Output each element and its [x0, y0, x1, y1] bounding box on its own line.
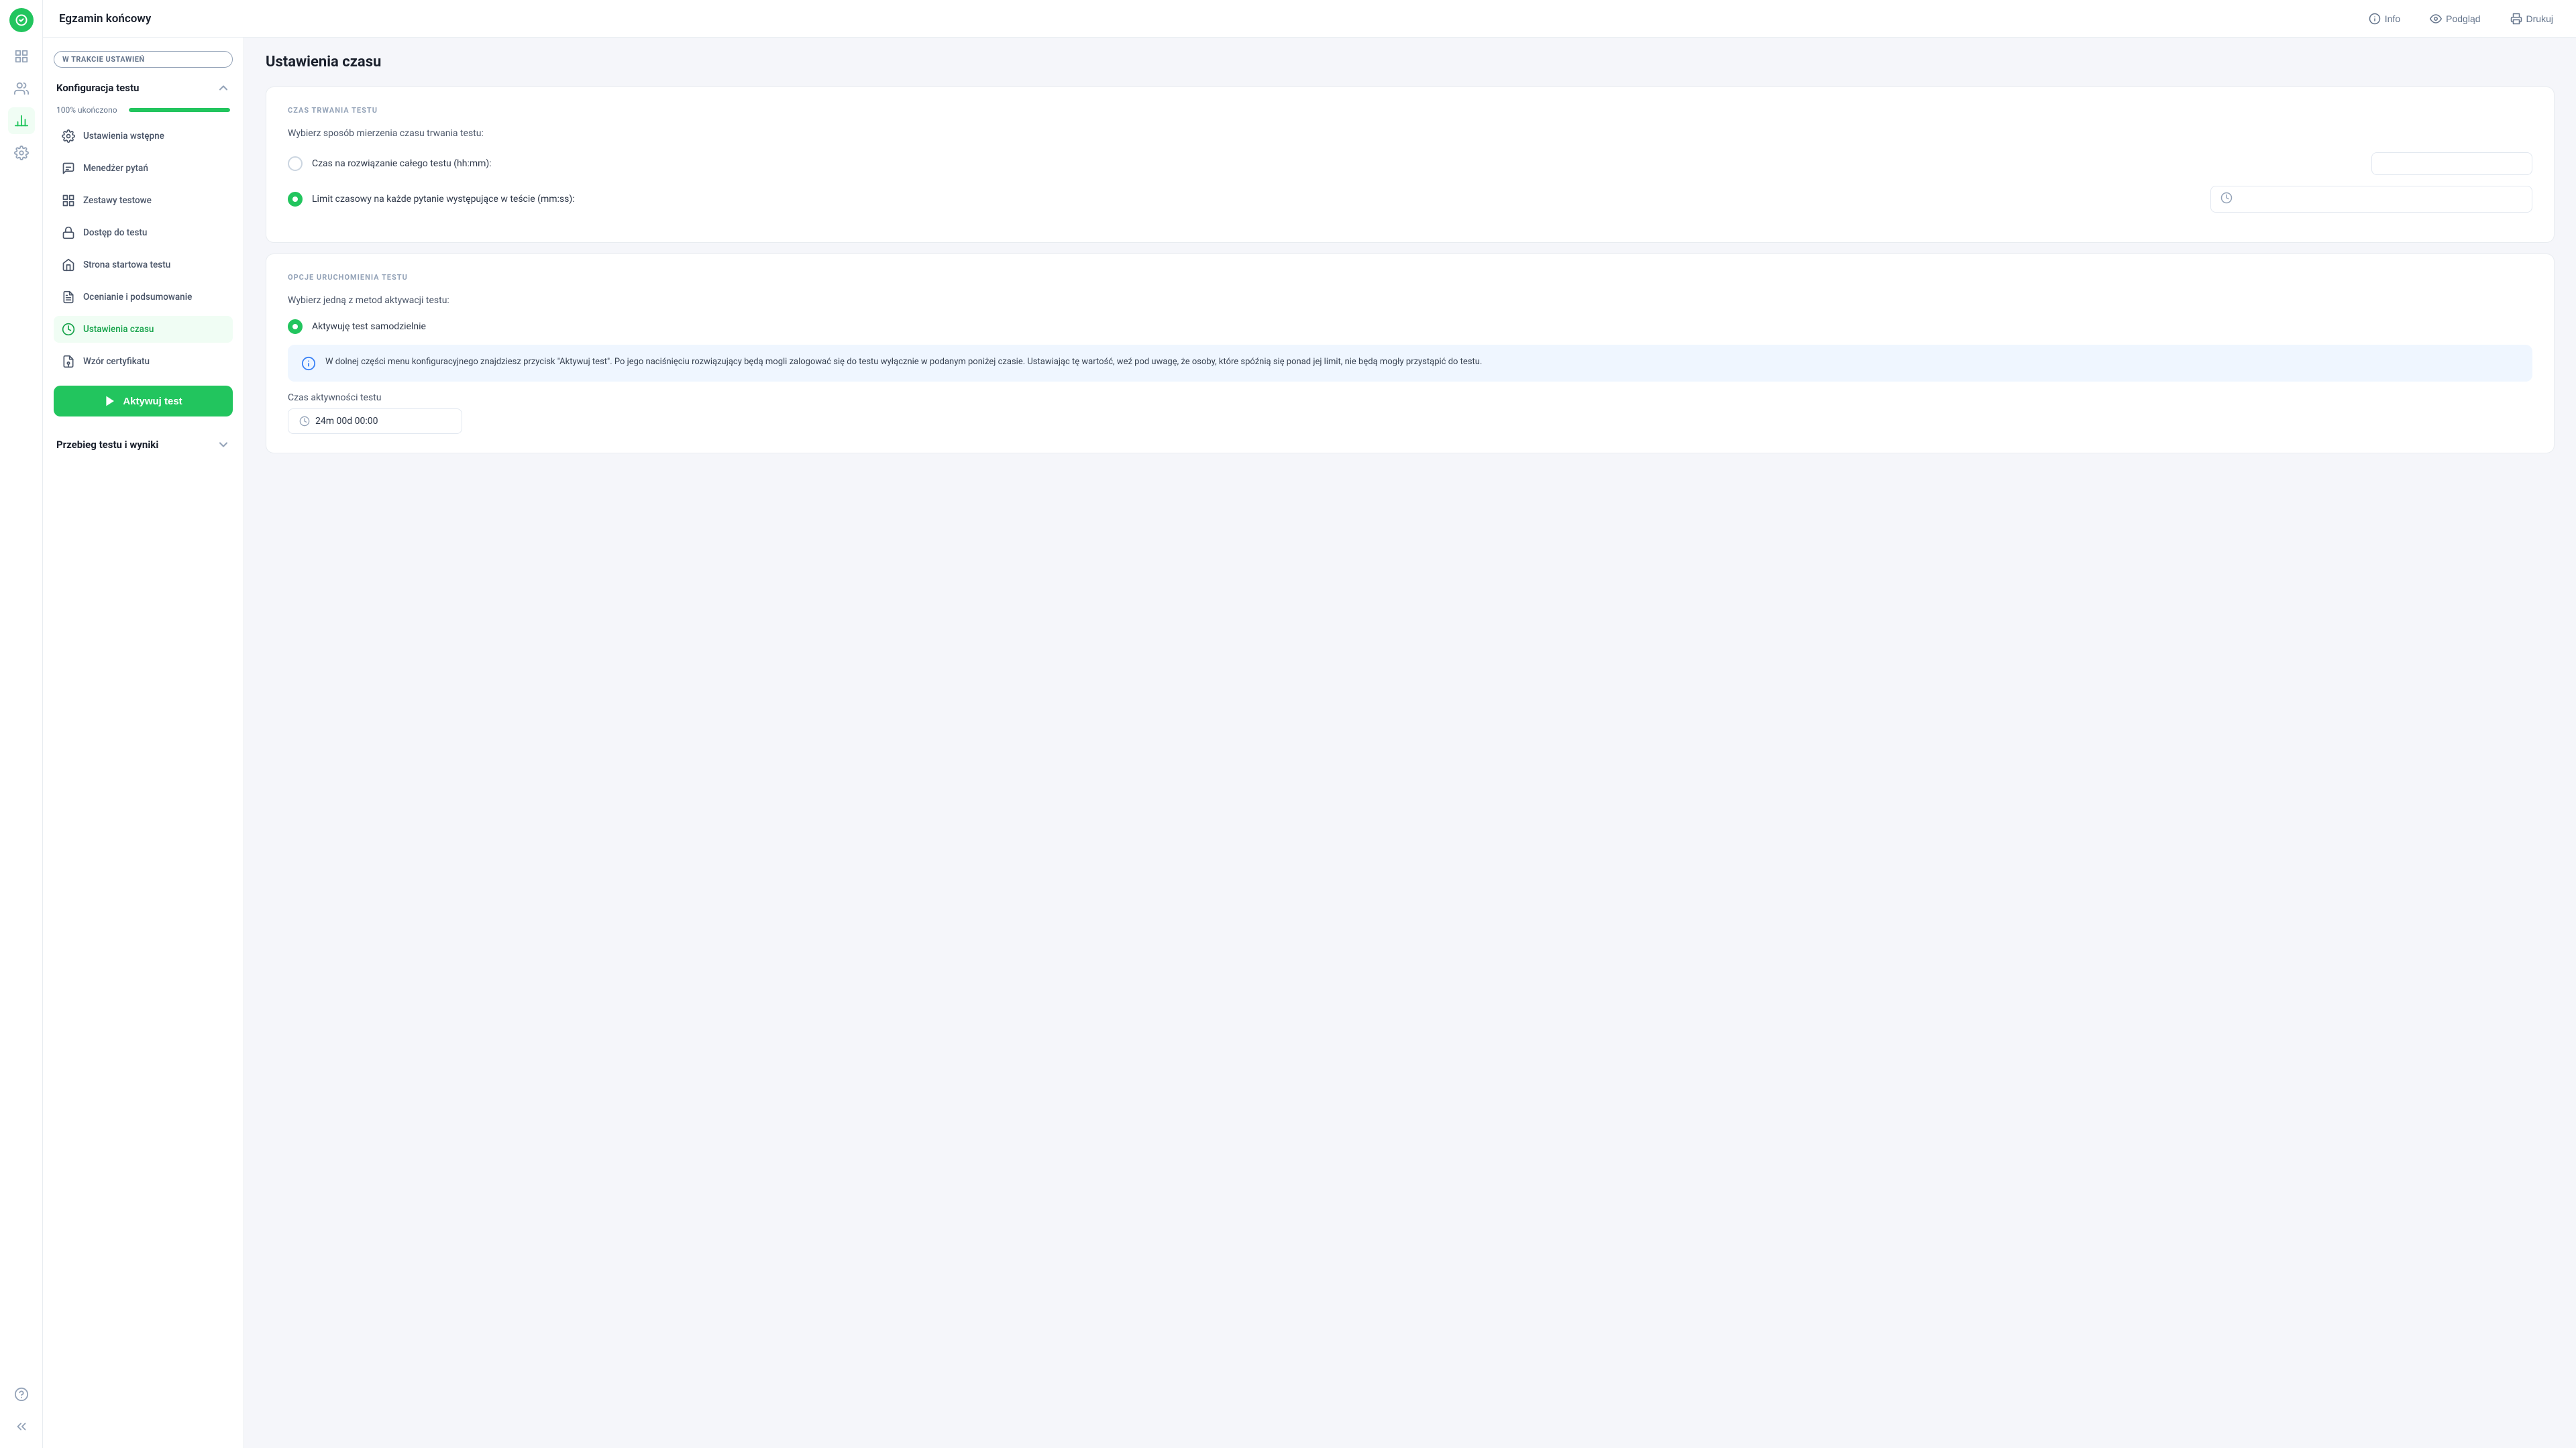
- sidebar-back-icon[interactable]: [8, 1413, 35, 1440]
- print-icon: [2510, 13, 2522, 25]
- czas-trwania-label: CZAS TRWANIA TESTU: [288, 106, 2532, 115]
- lock-icon: [62, 226, 75, 239]
- results-section-title: Przebieg testu i wyniki: [56, 439, 158, 451]
- option1-label: Czas na rozwiązanie całego testu (hh:mm)…: [312, 158, 2362, 169]
- home-icon: [62, 258, 75, 272]
- certificate-icon: [62, 355, 75, 368]
- icon-sidebar: [0, 0, 43, 1448]
- page-title: Egzamin końcowy: [59, 12, 2362, 25]
- status-badge: W TRAKCIE USTAWIEŃ: [54, 51, 233, 68]
- eye-icon: [2430, 13, 2442, 25]
- progress-row: 100% ukończono: [54, 105, 233, 115]
- left-panel: W TRAKCIE USTAWIEŃ Konfiguracja testu 10…: [43, 38, 244, 1448]
- progress-bar-fill: [129, 108, 230, 112]
- preview-button[interactable]: Podgląd: [2423, 9, 2487, 29]
- opcje-uruchomienia-card: OPCJE URUCHOMIENIA TESTU Wybierz jedną z…: [266, 254, 2555, 453]
- option1-row: Czas na rozwiązanie całego testu (hh:mm)…: [288, 152, 2532, 175]
- print-button[interactable]: Drukuj: [2504, 9, 2560, 29]
- main-wrapper: Egzamin końcowy Info Podgląd Drukuj: [43, 0, 2576, 1448]
- nav-label: Wzór certyfikatu: [83, 356, 150, 367]
- chevron-down-icon[interactable]: [217, 438, 230, 451]
- czas-trwania-description: Wybierz sposób mierzenia czasu trwania t…: [288, 128, 2532, 139]
- results-section-header: Przebieg testu i wyniki: [54, 433, 233, 457]
- nav-item-ustawienia-wstepne[interactable]: Ustawienia wstępne: [54, 123, 233, 150]
- nav-label: Ustawienia czasu: [83, 324, 154, 335]
- czas-aktywnosci-label: Czas aktywności testu: [288, 392, 2532, 403]
- top-header: Egzamin końcowy Info Podgląd Drukuj: [43, 0, 2576, 38]
- questions-icon: [62, 162, 75, 175]
- opcje-option1-radio[interactable]: [288, 319, 303, 334]
- sets-icon: [62, 194, 75, 207]
- czas-aktywnosci-value[interactable]: 24m 00d 00:00: [288, 408, 462, 434]
- czas-trwania-card: CZAS TRWANIA TESTU Wybierz sposób mierze…: [266, 87, 2555, 243]
- header-actions: Info Podgląd Drukuj: [2362, 9, 2560, 29]
- nav-item-wzor-certyfikatu[interactable]: Wzór certyfikatu: [54, 348, 233, 375]
- option1-input[interactable]: [2371, 152, 2532, 175]
- info-icon: [2369, 13, 2381, 25]
- option2-radio[interactable]: [288, 192, 303, 207]
- nav-label: Strona startowa testu: [83, 260, 170, 270]
- nav-item-strona-startowa[interactable]: Strona startowa testu: [54, 252, 233, 278]
- nav-item-menedzer-pytan[interactable]: Menedżer pytań: [54, 155, 233, 182]
- settings-icon: [62, 129, 75, 143]
- nav-label: Zestawy testowe: [83, 195, 152, 206]
- opcje-option1-row: Aktywuję test samodzielnie: [288, 319, 2532, 334]
- right-content: Ustawienia czasu CZAS TRWANIA TESTU Wybi…: [244, 38, 2576, 1448]
- nav-item-ocenianie[interactable]: Ocenianie i podsumowanie: [54, 284, 233, 311]
- option1-radio[interactable]: [288, 156, 303, 171]
- grade-icon: [62, 290, 75, 304]
- sidebar-chart-icon[interactable]: [8, 107, 35, 134]
- nav-label: Menedżer pytań: [83, 163, 148, 174]
- option2-input-wrap[interactable]: [2210, 186, 2532, 213]
- czas-aktywnosci-display: 24m 00d 00:00: [315, 416, 378, 427]
- config-section-title: Konfiguracja testu: [56, 82, 139, 94]
- info-box-text: W dolnej części menu konfiguracyjnego zn…: [325, 355, 1482, 371]
- config-section-header: Konfiguracja testu: [54, 76, 233, 100]
- logo[interactable]: [9, 8, 34, 32]
- nav-item-dostep-do-testu[interactable]: Dostęp do testu: [54, 219, 233, 246]
- progress-bar: [129, 108, 230, 112]
- sidebar-grid-icon[interactable]: [8, 43, 35, 70]
- option2-row: Limit czasowy na każde pytanie występują…: [288, 186, 2532, 213]
- sidebar-gear-icon[interactable]: [8, 140, 35, 166]
- activate-test-button[interactable]: Aktywuj test: [54, 386, 233, 416]
- opcje-option1-label: Aktywuję test samodzielnie: [312, 321, 2532, 332]
- play-icon: [104, 395, 116, 407]
- czas-value-row: 24m 00d 00:00: [288, 408, 2532, 434]
- nav-label: Dostęp do testu: [83, 227, 147, 238]
- content-area: W TRAKCIE USTAWIEŃ Konfiguracja testu 10…: [43, 38, 2576, 1448]
- opcje-description: Wybierz jedną z metod aktywacji testu:: [288, 295, 2532, 306]
- option2-label: Limit czasowy na każde pytanie występują…: [312, 194, 2201, 205]
- opcje-section-label: OPCJE URUCHOMIENIA TESTU: [288, 273, 2532, 282]
- nav-item-zestawy-testowe[interactable]: Zestawy testowe: [54, 187, 233, 214]
- info-box: W dolnej części menu konfiguracyjnego zn…: [288, 345, 2532, 382]
- nav-label: Ocenianie i podsumowanie: [83, 292, 192, 302]
- chevron-up-icon[interactable]: [217, 81, 230, 95]
- progress-label: 100% ukończono: [56, 105, 123, 115]
- nav-item-ustawienia-czasu[interactable]: Ustawienia czasu: [54, 316, 233, 343]
- info-box-icon: [301, 356, 316, 371]
- clock-inline-icon: [299, 416, 310, 427]
- info-button[interactable]: Info: [2362, 9, 2407, 29]
- content-title: Ustawienia czasu: [266, 54, 2555, 70]
- clock-icon-text: [2220, 192, 2233, 207]
- clock-icon: [62, 323, 75, 336]
- nav-label: Ustawienia wstępne: [83, 131, 164, 142]
- sidebar-help-icon[interactable]: [8, 1381, 35, 1408]
- sidebar-users-icon[interactable]: [8, 75, 35, 102]
